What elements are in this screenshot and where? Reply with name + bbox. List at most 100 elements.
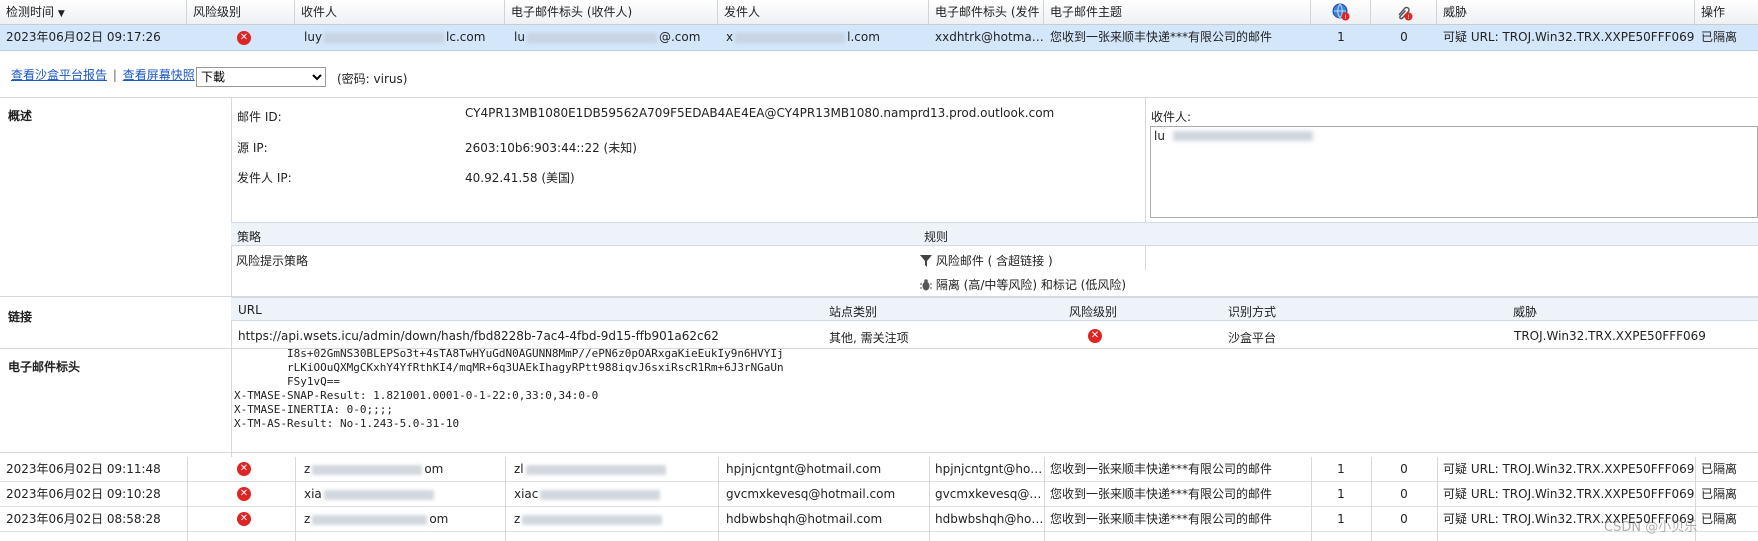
col-sender[interactable]: 发件人 — [718, 0, 929, 25]
sandbox-report-link[interactable]: 查看沙盒平台报告 — [11, 68, 107, 82]
link-detection: 沙盒平台 — [1228, 331, 1277, 345]
row-header-recipient: lu @.com — [514, 30, 701, 44]
detail-panel: 查看沙盒平台报告 | 查看屏幕快照 下載 (密码: virus) 概述 邮件 I… — [0, 51, 1758, 497]
recipients-box[interactable]: lu — [1150, 126, 1758, 218]
row-url-count: 1 — [1337, 487, 1345, 501]
risk-high-icon: ✕ — [237, 487, 251, 501]
link-threat: TROJ.Win32.TRX.XXPE50FFF069 — [1514, 329, 1706, 343]
col-attachment-count[interactable]: ! — [1371, 0, 1437, 25]
risk-high-icon: ✕ — [237, 31, 251, 45]
link-url[interactable]: https://api.wsets.icu/admin/down/hash/fb… — [238, 329, 719, 343]
divider — [718, 457, 719, 541]
links-label: 链接 — [8, 310, 33, 324]
row-attachment-count: 0 — [1400, 30, 1408, 44]
row-header-sender: gvcmxkevesq@hotmail.com — [935, 487, 1044, 501]
divider — [505, 457, 506, 541]
divider — [0, 452, 1758, 453]
row-time: 2023年06月02日 09:11:48 — [6, 462, 161, 476]
rule-header: 规则 — [924, 230, 949, 244]
row-header-sender: hdbwbshqh@hotmail.com — [935, 512, 1044, 526]
col-action[interactable]: 操作 — [1695, 0, 1758, 25]
row-header-recipient: xiac — [508, 482, 716, 506]
divider — [0, 97, 1758, 98]
row-time: 2023年06月02日 08:58:28 — [6, 512, 161, 526]
col-risk-level[interactable]: 风险级别 — [187, 0, 295, 25]
row-header-recipient: zl — [508, 457, 716, 481]
col-header-sender[interactable]: 电子邮件标头 (发件 — [929, 0, 1044, 25]
row-action: 已隔离 — [1701, 30, 1738, 44]
col-threat[interactable]: 威胁 — [1437, 0, 1695, 25]
row-header-recipient: z — [508, 507, 716, 531]
row-attachment-count: 0 — [1400, 462, 1408, 476]
source-ip-label: 源 IP: — [237, 141, 268, 155]
detail-toolbar: 查看沙盒平台报告 | 查看屏幕快照 — [11, 68, 195, 82]
table-row-selected[interactable]: 2023年06月02日 09:17:26 ✕ luy lc.com lu @.com… — [0, 25, 1758, 51]
row-header-sender: xxdhtrk@hotmail.com — [935, 30, 1044, 44]
row-time: 2023年06月02日 09:10:28 — [6, 487, 161, 501]
row-attachment-count: 0 — [1400, 487, 1408, 501]
email-headers-text: I8s+02GmNS30BLEPSo3t+4sTA8TwHYuGdN0AGUNN… — [234, 349, 784, 430]
policy-value: 风险提示策略 — [236, 254, 309, 268]
col-url-count[interactable]: ! — [1311, 0, 1371, 25]
col-subject[interactable]: 电子邮件主题 — [1044, 0, 1311, 25]
row-url-count: 1 — [1337, 462, 1345, 476]
table-row[interactable]: 2023年06月02日 09:11:48 ✕ z om zl hpjnjcntgn… — [0, 457, 1758, 482]
table-row[interactable]: 2023年06月02日 08:58:28 ✕ z om z hdbwbshqh@h… — [0, 507, 1758, 532]
recipients-value: lu — [1154, 129, 1165, 143]
overview-label: 概述 — [8, 109, 33, 123]
redacted-recipients — [1173, 131, 1313, 141]
screenshot-link[interactable]: 查看屏幕快照 — [123, 68, 195, 82]
link-col-risk-level: 风险级别 — [1069, 305, 1118, 319]
row-time: 2023年06月02日 09:17:26 — [6, 30, 161, 44]
mail-id-label: 邮件 ID: — [237, 110, 282, 124]
risk-high-icon: ✕ — [237, 462, 251, 476]
toolbar-separator: | — [112, 68, 117, 82]
download-select[interactable]: 下載 — [196, 67, 326, 87]
rule-item-2: 隔离 (高/中等风险) 和标记 (低风险) — [920, 276, 1126, 293]
table-row[interactable]: 2023年06月02日 09:10:28 ✕ xia xiac gvcmxkev… — [0, 482, 1758, 507]
svg-text:!: ! — [1407, 14, 1409, 21]
risk-high-icon: ✕ — [237, 512, 251, 526]
sender-ip-label: 发件人 IP: — [237, 171, 292, 185]
row-recipient: z om — [304, 512, 449, 526]
col-recipient[interactable]: 收件人 — [295, 0, 505, 25]
policy-rule-header: 策略 规则 — [231, 222, 1758, 246]
row-action: 已隔离 — [1701, 512, 1738, 526]
password-note: (密码: virus) — [337, 72, 408, 86]
divider — [295, 457, 296, 541]
link-col-detection: 识别方式 — [1228, 305, 1277, 319]
row-url-count: 1 — [1337, 512, 1345, 526]
row-recipient: xia — [298, 482, 503, 506]
col-header-recipient[interactable]: 电子邮件标头 (收件人) — [505, 0, 718, 25]
row-threat: 可疑 URL: TROJ.Win32.TRX.XXPE50FFF069 — [1443, 487, 1695, 501]
row-threat: 可疑 URL: TROJ.Win32.TRX.XXPE50FFF069 — [1443, 30, 1695, 44]
link-col-site-category: 站点类别 — [829, 305, 878, 319]
row-header-sender: hpjnjcntgnt@hotmail.com — [935, 462, 1044, 476]
watermark: CSDN @小贝乐 — [1604, 520, 1698, 535]
filter-icon — [920, 255, 932, 267]
attachment-alert-icon: ! — [1398, 6, 1413, 21]
divider — [1311, 457, 1312, 541]
link-site-category: 其他, 需关注项 — [829, 331, 909, 345]
policy-header: 策略 — [237, 230, 262, 244]
link-col-url: URL — [238, 303, 262, 317]
links-table-header: URL 站点类别 风险级别 识别方式 威胁 — [231, 297, 1758, 321]
col-detect-time-label: 检测时间 — [6, 5, 55, 19]
mail-id-value: CY4PR13MB1080E1DB59562A709F5EDAB4AE4EA@C… — [465, 106, 1055, 120]
col-detect-time[interactable]: 检测时间 ▼ — [0, 0, 187, 25]
divider — [929, 457, 930, 541]
row-sender: hdbwbshqh@hotmail.com — [726, 512, 883, 526]
risk-high-icon: ✕ — [1088, 329, 1102, 343]
email-headers-box[interactable]: I8s+02GmNS30BLEPSo3t+4sTA8TwHYuGdN0AGUNN… — [232, 349, 1758, 451]
row-sender: gvcmxkevesq@hotmail.com — [726, 487, 896, 501]
row-action: 已隔离 — [1701, 487, 1738, 501]
table-header: 检测时间 ▼ 风险级别 收件人 电子邮件标头 (收件人) 发件人 电子邮件标头 … — [0, 0, 1758, 25]
divider — [1437, 457, 1438, 541]
row-attachment-count: 0 — [1400, 512, 1408, 526]
row-subject: 您收到一张来顺丰快递***有限公司的邮件 — [1050, 30, 1273, 44]
source-ip-value: 2603:10b6:903:44::22 (未知) — [465, 141, 637, 155]
row-sender: hpjnjcntgnt@hotmail.com — [726, 462, 882, 476]
row-sender: x l.com — [726, 30, 880, 44]
row-subject: 您收到一张来顺丰快递***有限公司的邮件 — [1050, 487, 1273, 501]
globe-alert-icon: ! — [1332, 3, 1350, 21]
